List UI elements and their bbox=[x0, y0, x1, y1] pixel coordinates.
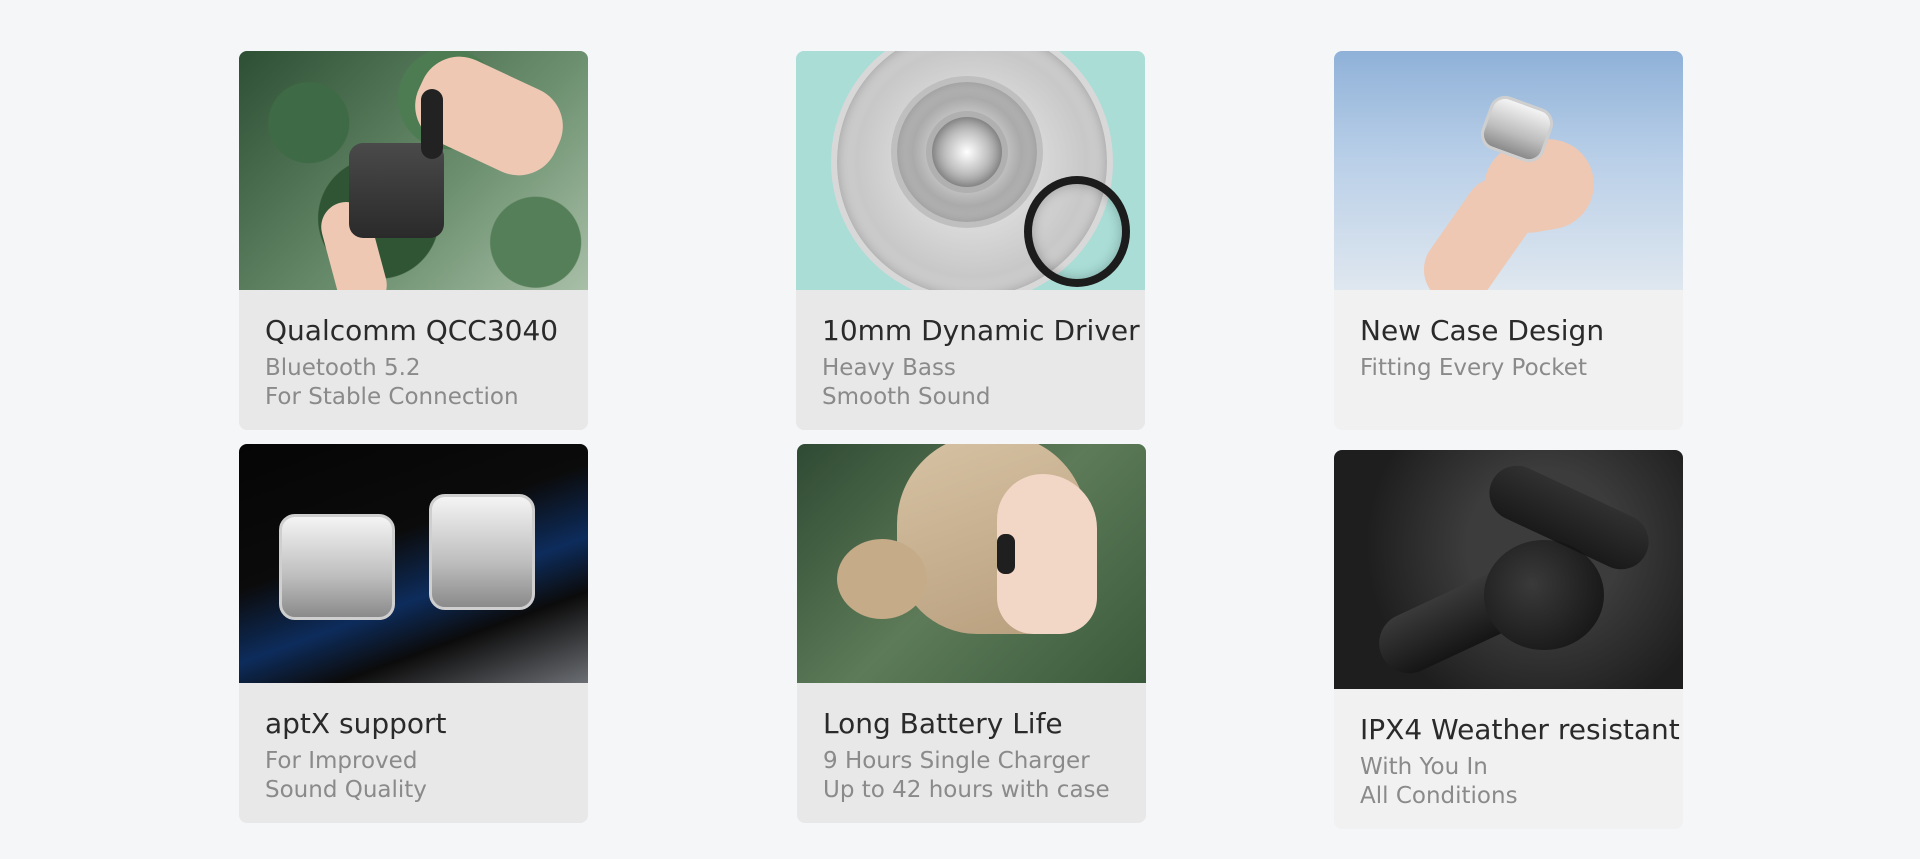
feature-line: For Improved bbox=[265, 748, 418, 774]
feature-line: All Conditions bbox=[1360, 783, 1518, 809]
feature-card-qualcomm: Qualcomm QCC3040 Bluetooth 5.2 For Stabl… bbox=[239, 51, 588, 430]
feature-line: Smooth Sound bbox=[822, 384, 991, 410]
feature-card-battery: Long Battery Life 9 Hours Single Charger… bbox=[797, 444, 1146, 823]
feature-line: Bluetooth 5.2 bbox=[265, 355, 421, 381]
feature-line: Fitting Every Pocket bbox=[1360, 355, 1587, 381]
feature-line: 9 Hours Single Charger bbox=[823, 748, 1090, 774]
feature-line: With You In bbox=[1360, 754, 1488, 780]
feature-title: Long Battery Life bbox=[823, 707, 1063, 740]
feature-line: For Stable Connection bbox=[265, 384, 519, 410]
features-grid: Qualcomm QCC3040 Bluetooth 5.2 For Stabl… bbox=[0, 0, 1920, 859]
feature-line: Sound Quality bbox=[265, 777, 427, 803]
driver-exploded-image bbox=[796, 51, 1145, 290]
wet-earbuds-image bbox=[1334, 450, 1683, 689]
woman-wearing-earbud-image bbox=[797, 444, 1146, 683]
earbuds-case-hands-image bbox=[239, 51, 588, 290]
feature-card-aptx: aptX support For Improved Sound Quality bbox=[239, 444, 588, 823]
feature-title: IPX4 Weather resistant bbox=[1360, 713, 1680, 746]
feature-title: 10mm Dynamic Driver bbox=[822, 314, 1140, 347]
feature-title: aptX support bbox=[265, 707, 447, 740]
feature-title: Qualcomm QCC3040 bbox=[265, 314, 559, 347]
case-in-hand-sky-image bbox=[1334, 51, 1683, 290]
feature-card-ipx4: IPX4 Weather resistant With You In All C… bbox=[1334, 450, 1683, 829]
feature-card-case-design: New Case Design Fitting Every Pocket bbox=[1334, 51, 1683, 430]
feature-line: Heavy Bass bbox=[822, 355, 956, 381]
feature-card-driver: 10mm Dynamic Driver Heavy Bass Smooth So… bbox=[796, 51, 1145, 430]
feature-title: New Case Design bbox=[1360, 314, 1605, 347]
feature-line: Up to 42 hours with case bbox=[823, 777, 1110, 803]
silver-cases-image bbox=[239, 444, 588, 683]
